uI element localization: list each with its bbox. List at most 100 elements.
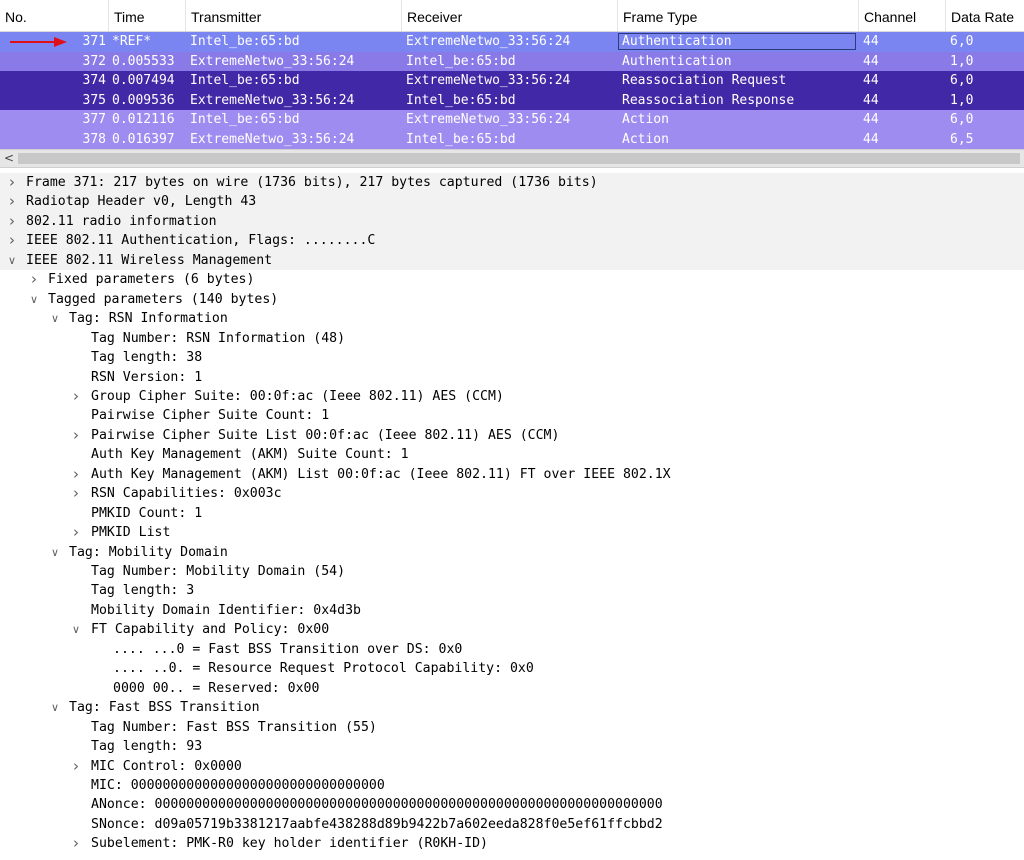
scrollbar-thumb[interactable] bbox=[18, 153, 1020, 164]
tree-item[interactable]: ∨ FT Capability and Policy: 0x00 bbox=[0, 620, 1024, 639]
chevron-down-icon[interactable]: ∨ bbox=[28, 290, 40, 309]
chevron-right-icon[interactable]: › bbox=[70, 465, 82, 484]
time-cell: *REF* bbox=[112, 34, 152, 49]
tree-item[interactable]: Tag length: 93 bbox=[0, 737, 1024, 756]
packet-rows: 371 *REF* Intel_be:65:bd ExtremeNetwo_33:56… bbox=[0, 32, 1024, 149]
column-header-data-rate[interactable]: Data Rate bbox=[946, 0, 1024, 31]
tree-item[interactable]: Tag length: 38 bbox=[0, 348, 1024, 367]
tree-item-label: PMKID Count: 1 bbox=[91, 505, 203, 521]
packet-row[interactable]: 375 0.009536 ExtremeNetwo_33:56:24 Intel_be… bbox=[0, 90, 1024, 110]
tree-item[interactable]: ∨ Tag: Fast BSS Transition bbox=[0, 698, 1024, 717]
frame-type-cell: Authentication bbox=[622, 34, 732, 49]
tree-item-label: SNonce: d09a05719b3381217aabfe438288d89b… bbox=[91, 816, 663, 832]
tree-item[interactable]: .... ..0. = Resource Request Protocol Ca… bbox=[0, 659, 1024, 678]
packet-row[interactable]: 378 0.016397 ExtremeNetwo_33:56:24 Intel_be… bbox=[0, 129, 1024, 149]
chevron-right-icon[interactable]: › bbox=[6, 192, 18, 211]
tree-item-label: Tag: RSN Information bbox=[69, 311, 228, 327]
column-header-no[interactable]: No. bbox=[0, 0, 109, 31]
chevron-down-icon[interactable]: ∨ bbox=[49, 309, 61, 328]
number-cell: 375 bbox=[82, 92, 106, 108]
time-cell: 0.005533 bbox=[112, 53, 175, 69]
tree-item-label: Subelement: PMK-R0 key holder identifier… bbox=[91, 836, 488, 852]
tree-item-label: Auth Key Management (AKM) Suite Count: 1 bbox=[91, 447, 409, 463]
tree-item-label: Group Cipher Suite: 00:0f:ac (Ieee 802.1… bbox=[91, 388, 504, 404]
tree-item[interactable]: Tag Number: RSN Information (48) bbox=[0, 329, 1024, 348]
tree-item[interactable]: › Frame 371: 217 bytes on wire (1736 bits… bbox=[0, 173, 1024, 193]
tree-item[interactable]: › Auth Key Management (AKM) List 00:0f:ac… bbox=[0, 465, 1024, 484]
column-header-receiver[interactable]: Receiver bbox=[402, 0, 618, 31]
chevron-down-icon[interactable]: ∨ bbox=[49, 543, 61, 562]
tree-item-label: Tag Number: Fast BSS Transition (55) bbox=[91, 719, 377, 735]
chevron-down-icon[interactable]: ∨ bbox=[6, 251, 18, 270]
tree-item[interactable]: › Pairwise Cipher Suite List 00:0f:ac (Ie… bbox=[0, 426, 1024, 445]
tree-item[interactable]: › Radiotap Header v0, Length 43 bbox=[0, 192, 1024, 212]
tree-item[interactable]: › Subelement: PMK-R0 key holder identifie… bbox=[0, 834, 1024, 853]
chevron-right-icon[interactable]: › bbox=[70, 484, 82, 503]
tree-item[interactable]: Tag Number: Fast BSS Transition (55) bbox=[0, 718, 1024, 737]
tree-item[interactable]: ∨ Tag: RSN Information bbox=[0, 309, 1024, 328]
tree-item-label: Pairwise Cipher Suite List 00:0f:ac (Iee… bbox=[91, 427, 560, 443]
chevron-right-icon[interactable]: › bbox=[6, 173, 18, 192]
tree-item-label: Tag Number: Mobility Domain (54) bbox=[91, 564, 346, 579]
tree-item-label: PMKID List bbox=[91, 525, 171, 541]
tree-item[interactable]: MIC: 00000000000000000000000000000000 bbox=[0, 776, 1024, 795]
receiver-cell: ExtremeNetwo_33:56:24 bbox=[406, 73, 571, 88]
chevron-right-icon[interactable]: › bbox=[6, 212, 18, 231]
chevron-right-icon[interactable]: › bbox=[6, 231, 18, 250]
tree-item[interactable]: Mobility Domain Identifier: 0x4d3b bbox=[0, 601, 1024, 620]
frame-type-cell: Action bbox=[622, 112, 669, 127]
chevron-right-icon[interactable]: › bbox=[70, 426, 82, 445]
packet-row[interactable]: 372 0.005533 ExtremeNetwo_33:56:24 Intel_be… bbox=[0, 51, 1024, 71]
tree-item[interactable]: Tag Number: Mobility Domain (54) bbox=[0, 562, 1024, 581]
data-rate-cell: 1,0 bbox=[950, 53, 974, 69]
tree-item[interactable]: › 802.11 radio information bbox=[0, 211, 1024, 232]
chevron-right-icon[interactable]: › bbox=[70, 757, 82, 776]
tree-item[interactable]: SNonce: d09a05719b3381217aabfe438288d89b… bbox=[0, 815, 1024, 834]
tree-item[interactable]: › IEEE 802.11 Authentication, Flags: ....… bbox=[0, 231, 1024, 251]
packet-list-horizontal-scrollbar[interactable]: < bbox=[0, 149, 1024, 168]
chevron-right-icon[interactable]: › bbox=[28, 270, 40, 289]
packet-row[interactable]: 377 0.012116 Intel_be:65:bd ExtremeNetwo_33… bbox=[0, 110, 1024, 130]
tree-item[interactable]: ∨ IEEE 802.11 Wireless Management bbox=[0, 250, 1024, 271]
chevron-right-icon[interactable]: › bbox=[70, 834, 82, 853]
column-header-time[interactable]: Time bbox=[109, 0, 186, 31]
receiver-cell: ExtremeNetwo_33:56:24 bbox=[406, 112, 571, 127]
tree-item[interactable]: Pairwise Cipher Suite Count: 1 bbox=[0, 406, 1024, 425]
tree-item[interactable]: › MIC Control: 0x0000 bbox=[0, 757, 1024, 776]
transmitter-cell: ExtremeNetwo_33:56:24 bbox=[190, 53, 355, 69]
tree-item-label: RSN Version: 1 bbox=[91, 369, 203, 385]
tree-item-label: 802.11 radio information bbox=[26, 213, 217, 229]
tree-item-label: Tag: Fast BSS Transition bbox=[69, 700, 260, 716]
column-header-channel[interactable]: Channel bbox=[859, 0, 946, 31]
tree-item[interactable]: PMKID Count: 1 bbox=[0, 504, 1024, 523]
tree-item[interactable]: Auth Key Management (AKM) Suite Count: 1 bbox=[0, 445, 1024, 464]
time-cell: 0.009536 bbox=[112, 92, 175, 108]
tree-item-label: Tag Number: RSN Information (48) bbox=[91, 330, 346, 346]
tree-item[interactable]: ∨ Tag: Mobility Domain bbox=[0, 543, 1024, 562]
tree-item[interactable]: › Group Cipher Suite: 00:0f:ac (Ieee 802.… bbox=[0, 387, 1024, 406]
tree-item[interactable]: RSN Version: 1 bbox=[0, 368, 1024, 387]
number-cell: 374 bbox=[82, 73, 106, 88]
tree-item[interactable]: .... ...0 = Fast BSS Transition over DS:… bbox=[0, 640, 1024, 659]
chevron-right-icon[interactable]: › bbox=[70, 387, 82, 406]
column-header-frame-type[interactable]: Frame Type bbox=[618, 0, 859, 31]
chevron-down-icon[interactable]: ∨ bbox=[70, 620, 82, 639]
packet-row[interactable]: 371 *REF* Intel_be:65:bd ExtremeNetwo_33:56… bbox=[0, 32, 1024, 52]
chevron-down-icon[interactable]: ∨ bbox=[49, 698, 61, 717]
tree-item[interactable]: › PMKID List bbox=[0, 523, 1024, 542]
receiver-cell: ExtremeNetwo_33:56:24 bbox=[406, 34, 571, 49]
tree-item-label: IEEE 802.11 Wireless Management bbox=[26, 252, 273, 268]
packet-row[interactable]: 374 0.007494 Intel_be:65:bd ExtremeNetwo_33… bbox=[0, 71, 1024, 91]
scroll-left-icon[interactable]: < bbox=[4, 150, 14, 167]
tree-item[interactable]: 0000 00.. = Reserved: 0x00 bbox=[0, 679, 1024, 698]
column-header-transmitter[interactable]: Transmitter bbox=[186, 0, 402, 31]
channel-cell: 44 bbox=[863, 53, 879, 69]
frame-type-cell: Reassociation Response bbox=[622, 92, 795, 108]
tree-item[interactable]: ANonce: 00000000000000000000000000000000… bbox=[0, 795, 1024, 814]
chevron-right-icon[interactable]: › bbox=[70, 523, 82, 542]
channel-cell: 44 bbox=[863, 92, 879, 108]
tree-item[interactable]: › RSN Capabilities: 0x003c bbox=[0, 484, 1024, 503]
tree-item[interactable]: ∨ Tagged parameters (140 bytes) bbox=[0, 290, 1024, 309]
tree-item[interactable]: › Fixed parameters (6 bytes) bbox=[0, 270, 1024, 289]
tree-item[interactable]: Tag length: 3 bbox=[0, 581, 1024, 600]
